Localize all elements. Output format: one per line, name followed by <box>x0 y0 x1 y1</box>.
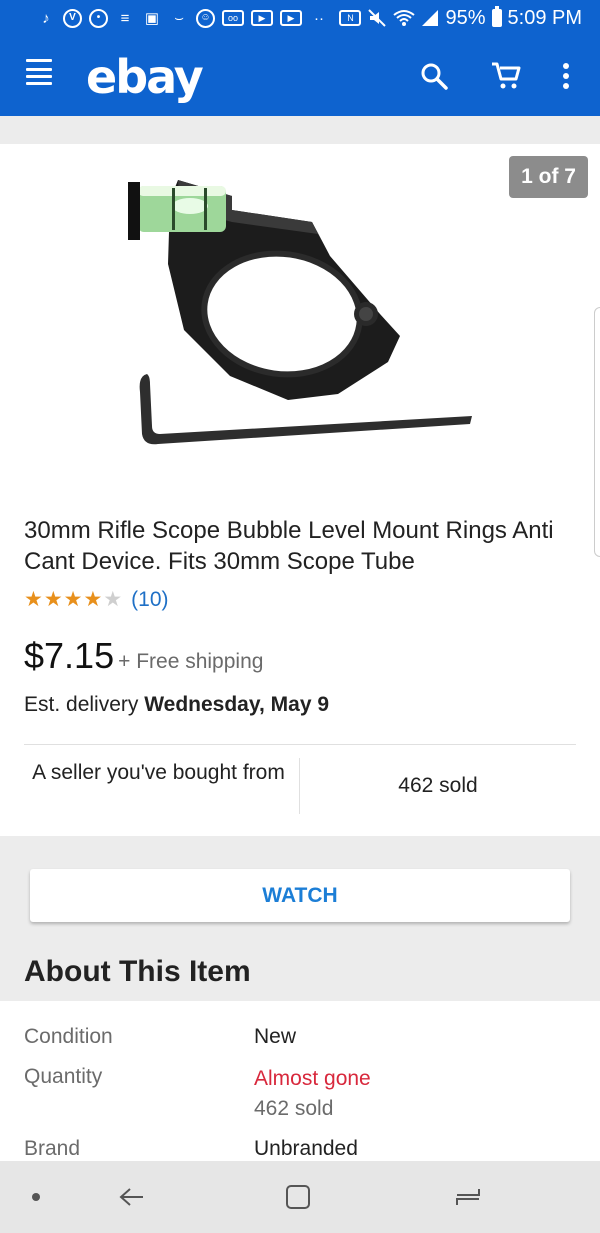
menu-icon-line <box>26 75 52 78</box>
product-image[interactable]: 1 of 7 <box>0 144 600 496</box>
youtube-icon: ▶ <box>251 10 273 26</box>
item-specifics: Condition New Quantity Almost gone 462 s… <box>0 1001 600 1161</box>
home-square-icon <box>286 1185 310 1209</box>
system-nav-bar <box>0 1161 600 1233</box>
star-filled-icon: ★ <box>83 588 103 611</box>
rating[interactable]: ★ ★ ★ ★ ★ (10) <box>24 588 169 612</box>
cart-button[interactable] <box>486 58 526 94</box>
news-icon: ≡ <box>120 9 130 27</box>
venmo-icon: V <box>63 8 82 28</box>
delivery-date: Wednesday, May 9 <box>144 693 330 716</box>
star-filled-icon: ★ <box>63 588 83 611</box>
menu-icon-line <box>26 68 52 71</box>
star-empty-icon: ★ <box>103 588 123 611</box>
wifi-icon <box>393 10 416 26</box>
battery-icon <box>491 6 502 27</box>
menu-button[interactable] <box>26 59 54 87</box>
divider <box>24 744 576 745</box>
cart-icon <box>492 62 521 89</box>
star-filled-icon: ★ <box>24 588 43 611</box>
review-count-link[interactable]: (10) <box>131 588 168 612</box>
recents-button[interactable] <box>448 1179 488 1215</box>
delivery-label: Est. delivery <box>24 693 139 716</box>
star-filled-icon: ★ <box>43 588 63 611</box>
search-button[interactable] <box>414 58 454 94</box>
clock: 5:09 PM <box>507 6 582 29</box>
spec-value: Unbranded <box>254 1137 358 1160</box>
delivery-estimate: Est. delivery Wednesday, May 9 <box>24 693 329 717</box>
spec-label: Brand <box>24 1137 81 1160</box>
product-title: 30mm Rifle Scope Bubble Level Mount Ring… <box>24 517 554 575</box>
nfc-icon: N <box>339 10 362 26</box>
back-arrow-icon <box>119 1188 143 1206</box>
shipping-info: + Free shipping <box>118 650 264 673</box>
spec-label: Condition <box>24 1025 113 1048</box>
scroll-indicator <box>594 307 600 557</box>
mute-icon <box>368 9 387 27</box>
more-icon: ·· <box>314 9 324 27</box>
spec-value: New <box>254 1025 297 1048</box>
chat-icon: • <box>89 8 108 28</box>
sold-count: 462 sold <box>398 774 478 797</box>
spec-label: Quantity <box>24 1065 103 1088</box>
about-heading: About This Item <box>24 955 251 988</box>
signal-icon <box>422 10 439 26</box>
menu-icon-line <box>26 82 52 85</box>
more-vert-icon <box>563 63 569 89</box>
notification-dot <box>26 59 52 62</box>
dot-icon <box>32 1193 40 1201</box>
music-note-icon: ♪ <box>42 9 50 27</box>
ebay-logo[interactable]: ebay <box>86 50 204 104</box>
amazon-icon: ⌣ <box>174 9 184 27</box>
status-bar: ♪ V • ≡ ▣ ⌣ ☺ oo ▶ ▶ ·· N 95% 5:09 PM <box>0 0 600 36</box>
spec-sub-value: 462 sold <box>254 1097 334 1120</box>
price-row: $7.15 + Free shipping <box>24 635 263 677</box>
recents-icon <box>456 1189 480 1205</box>
youtube-icon: ▶ <box>280 10 302 26</box>
app-bar: ebay <box>0 36 600 116</box>
notification-icons: ♪ V • ≡ ▣ ⌣ ☺ oo ▶ ▶ ·· <box>36 8 339 28</box>
system-icons: N 95% 5:09 PM <box>339 6 582 30</box>
search-icon <box>421 63 448 90</box>
image-counter: 1 of 7 <box>509 156 588 198</box>
home-button[interactable] <box>278 1179 318 1215</box>
product-card: 1 of 7 30mm Rifle Scope Bubble Level Mou… <box>0 144 600 836</box>
battery-percent: 95% <box>445 6 486 29</box>
nav-dot-button[interactable] <box>16 1179 56 1215</box>
gallery-icon: ▣ <box>144 9 160 27</box>
back-button[interactable] <box>112 1179 152 1215</box>
spec-value-alert: Almost gone <box>254 1067 371 1090</box>
price: $7.15 <box>24 635 115 676</box>
watch-button[interactable]: WATCH <box>30 869 570 922</box>
voicemail-icon: oo <box>222 10 244 26</box>
account-icon: ☺ <box>196 8 215 28</box>
more-options-button[interactable] <box>546 58 586 94</box>
seller-note: A seller you've bought from <box>24 758 300 814</box>
